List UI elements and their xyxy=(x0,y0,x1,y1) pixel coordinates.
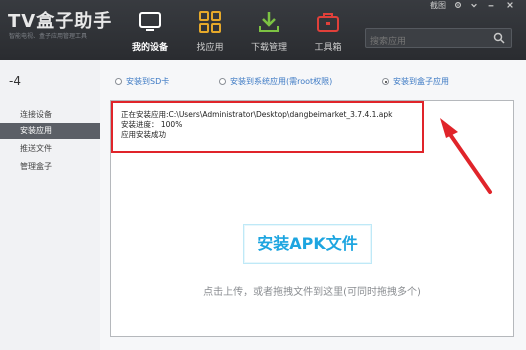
tv-icon xyxy=(139,12,161,31)
log-line: 应用安装成功 xyxy=(121,130,166,139)
close-icon[interactable] xyxy=(506,1,514,9)
grid-icon xyxy=(199,11,221,33)
install-drop-zone[interactable]: 正在安装应用:C:\Users\Administrator\Desktop\da… xyxy=(110,100,514,337)
app-logo: TV盒子助手 xyxy=(8,11,113,32)
radio-install-box-app[interactable]: 安装到盒子应用 xyxy=(382,76,449,87)
menu-icon[interactable] xyxy=(470,1,478,9)
nav-label: 找应用 xyxy=(196,43,224,53)
sidebar-item-manage-box[interactable]: 管理盒子 xyxy=(0,159,100,175)
radio-dot-selected xyxy=(382,78,389,85)
nav-toolbox[interactable]: 工具箱 xyxy=(306,0,350,60)
nav-my-devices[interactable]: 我的设备 xyxy=(124,0,176,60)
radio-install-sd-card[interactable]: 安装到SD卡 xyxy=(115,76,169,87)
drop-hint: 点击上传，或者拖拽文件到这里(可同时拖拽多个) xyxy=(203,287,421,298)
main-content: 安装到SD卡 安装到系统应用(需root权限) 安装到盒子应用 正在安装应用:C… xyxy=(100,60,526,350)
radio-label: 安装到系统应用(需root权限) xyxy=(230,77,333,86)
radio-label: 安装到盒子应用 xyxy=(393,77,449,86)
app-window: TV盒子助手 智能电视、盒子应用管理工具 我的设备 找应用 下载管理 工具箱 截… xyxy=(0,0,526,350)
radio-install-system-app[interactable]: 安装到系统应用(需root权限) xyxy=(219,76,332,87)
search-icon[interactable] xyxy=(493,32,505,44)
device-name: -4 xyxy=(9,74,21,88)
search-box xyxy=(365,28,512,51)
toolbox-icon xyxy=(317,13,339,32)
app-slogan: 智能电视、盒子应用管理工具 xyxy=(9,33,88,40)
radio-dot xyxy=(115,78,122,85)
sidebar-item-install-app[interactable]: 安装应用 xyxy=(0,123,100,139)
sidebar-item-push-file[interactable]: 推送文件 xyxy=(0,141,100,157)
install-apk-button[interactable]: 安装APK文件 xyxy=(243,224,372,264)
sidebar-item-connect-device[interactable]: 连接设备 xyxy=(0,107,100,123)
log-line: 正在安装应用:C:\Users\Administrator\Desktop\da… xyxy=(121,110,393,119)
radio-dot xyxy=(219,78,226,85)
nav-download-manager[interactable]: 下载管理 xyxy=(244,0,294,60)
install-log: 正在安装应用:C:\Users\Administrator\Desktop\da… xyxy=(111,101,424,153)
top-bar: TV盒子助手 智能电视、盒子应用管理工具 我的设备 找应用 下载管理 工具箱 截… xyxy=(0,0,526,60)
log-line: 安装进度： 100% xyxy=(121,120,183,129)
radio-label: 安装到SD卡 xyxy=(126,77,170,86)
nav-find-apps[interactable]: 找应用 xyxy=(188,0,232,60)
nav-label: 下载管理 xyxy=(250,43,287,53)
nav-label: 我的设备 xyxy=(131,43,168,53)
search-input[interactable] xyxy=(366,33,480,51)
minimize-icon[interactable] xyxy=(487,1,495,9)
download-icon xyxy=(259,12,279,32)
sidebar: -4 连接设备 安装应用 推送文件 管理盒子 xyxy=(0,60,101,350)
nav-label: 工具箱 xyxy=(314,43,342,53)
gear-icon[interactable] xyxy=(454,1,462,9)
screenshot-button[interactable]: 截图 xyxy=(430,0,446,11)
